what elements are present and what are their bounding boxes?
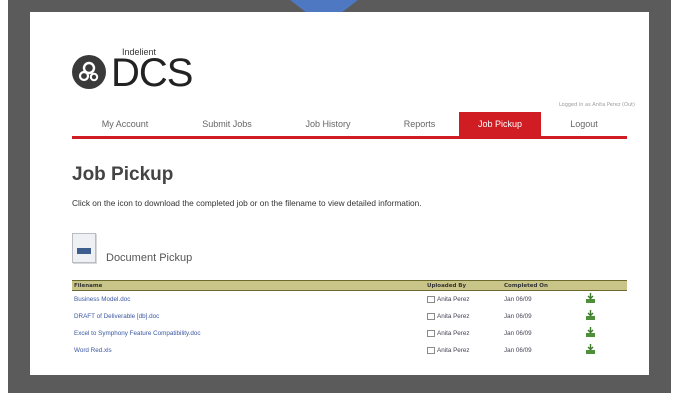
uploaded-by: Anita Perez [427,313,470,320]
nav-job-pickup[interactable]: Job Pickup [459,112,541,136]
section-title: Document Pickup [106,252,193,264]
page-title: Job Pickup [72,164,174,185]
completed-on: Jan 06/09 [504,347,532,354]
download-icon[interactable] [585,327,596,340]
main-nav: My Account Submit Jobs Job History Repor… [72,112,627,136]
user-icon [427,347,435,354]
pickup-table: Filename Uploaded By Completed On Busine… [72,280,627,359]
download-icon[interactable] [585,293,596,306]
document-icon [72,233,96,263]
table-header: Filename Uploaded By Completed On [72,280,627,291]
login-status[interactable]: Logged in as Anita Perez (Out) [559,102,635,108]
gear-cluster-icon [72,55,106,89]
app-page: Indelient DCS Logged in as Anita Perez (… [30,12,649,375]
header-uploaded-by[interactable]: Uploaded By [427,283,466,289]
instructions-text: Click on the icon to download the comple… [72,198,422,208]
table-row: DRAFT of Deliverable [db].doc Anita Pere… [72,308,627,325]
header-filename[interactable]: Filename [74,283,102,289]
uploaded-by: Anita Perez [427,330,470,337]
uploader-name: Anita Perez [437,347,470,354]
uploaded-by: Anita Perez [427,347,470,354]
download-icon[interactable] [585,310,596,323]
nav-job-history[interactable]: Job History [276,112,380,136]
uploader-name: Anita Perez [437,313,470,320]
uploader-name: Anita Perez [437,296,470,303]
completed-on: Jan 06/09 [504,296,532,303]
completed-on: Jan 06/09 [504,330,532,337]
nav-reports[interactable]: Reports [380,112,459,136]
nav-submit-jobs[interactable]: Submit Jobs [178,112,276,136]
nav-logout[interactable]: Logout [541,112,627,136]
table-row: Business Model.doc Anita Perez Jan 06/09 [72,291,627,308]
download-icon[interactable] [585,344,596,357]
user-icon [427,296,435,303]
nav-my-account[interactable]: My Account [72,112,178,136]
user-icon [427,313,435,320]
filename-link[interactable]: DRAFT of Deliverable [db].doc [74,313,159,320]
logo-big-text: DCS [111,51,193,95]
user-icon [427,330,435,337]
filename-link[interactable]: Excel to Symphony Feature Compatibility.… [74,330,201,337]
completed-on: Jan 06/09 [504,313,532,320]
nav-underline [72,136,627,139]
table-row: Word Red.xls Anita Perez Jan 06/09 [72,342,627,359]
uploaded-by: Anita Perez [427,296,470,303]
filename-link[interactable]: Business Model.doc [74,296,130,303]
header-completed-on[interactable]: Completed On [504,283,548,289]
filename-link[interactable]: Word Red.xls [74,347,112,354]
uploader-name: Anita Perez [437,330,470,337]
table-row: Excel to Symphony Feature Compatibility.… [72,325,627,342]
logo[interactable]: Indelient DCS [72,47,212,95]
